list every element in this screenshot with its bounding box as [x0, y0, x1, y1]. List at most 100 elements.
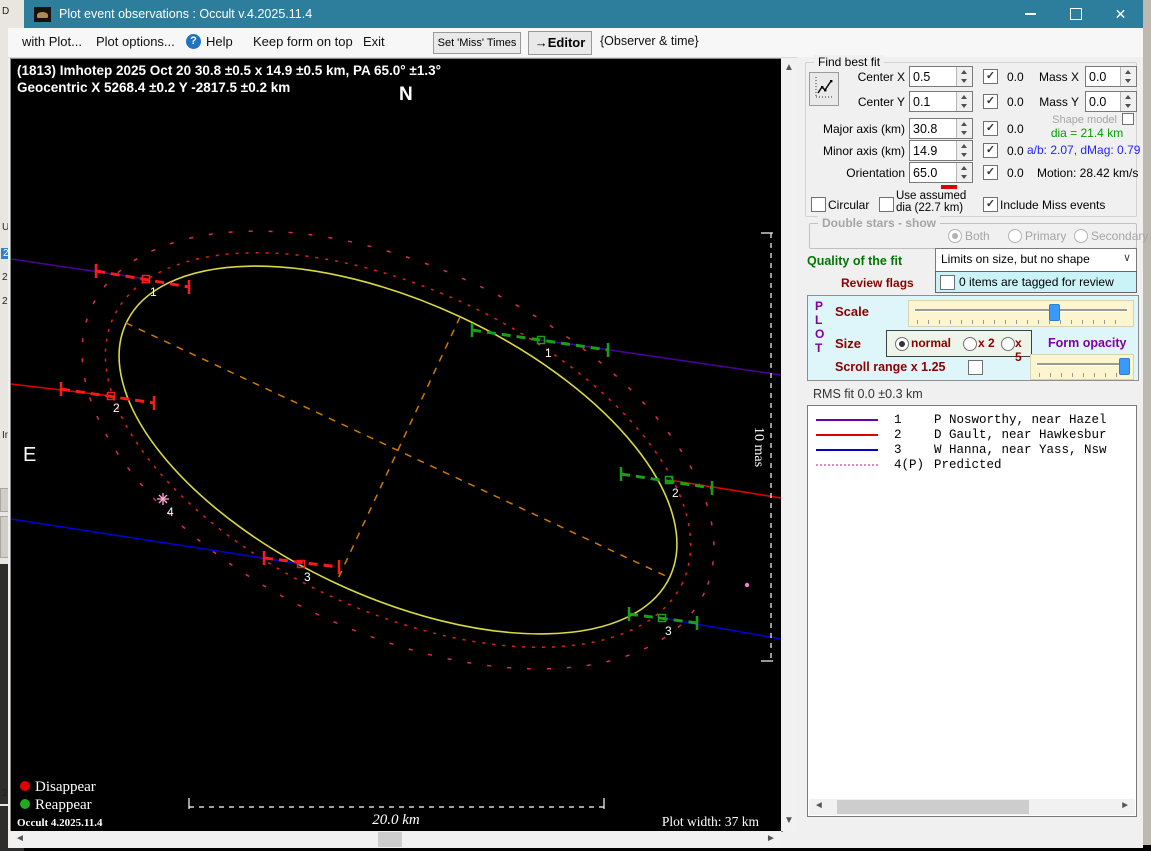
- plot-canvas[interactable]: (1813) Imhotep 2025 Oct 20 30.8 ±0.5 x 1…: [10, 58, 783, 832]
- observer-list[interactable]: 1 P Nosworthy, near Hazel 2 D Gault, nea…: [807, 405, 1137, 817]
- review-flags-checkbox[interactable]: [940, 275, 955, 290]
- predicted-swatch: [816, 463, 878, 466]
- orientation-uncertainty: 0.0: [1007, 166, 1024, 180]
- major-axis-label: Major axis (km): [822, 122, 905, 136]
- disappear-event-3[interactable]: [262, 551, 341, 574]
- list-scroll-thumb[interactable]: [837, 800, 1029, 814]
- orientation-spinner[interactable]: [956, 163, 972, 182]
- minor-axis-checkbox[interactable]: ✓: [983, 143, 998, 158]
- mass-x-spinbox[interactable]: [1085, 66, 1137, 87]
- plot-letter-t: T: [815, 341, 823, 355]
- menu-plot-options[interactable]: Plot options...: [96, 34, 175, 49]
- observer-row[interactable]: 3 W Hanna, near Yass, Nsw: [808, 442, 1136, 457]
- chord-2-swatch: [816, 433, 878, 436]
- center-y-spinner[interactable]: [956, 92, 972, 111]
- help-icon[interactable]: ?: [186, 34, 201, 49]
- size-x2-radio[interactable]: [963, 337, 977, 351]
- window-body: with Plot... Plot options... ? Help Keep…: [8, 28, 1148, 848]
- minimize-button[interactable]: [1008, 0, 1053, 28]
- circular-checkbox[interactable]: [811, 197, 826, 212]
- set-miss-times-button[interactable]: Set 'Miss' Times: [433, 32, 521, 54]
- disappear-event-1[interactable]: [94, 264, 191, 294]
- minor-axis-spinbox[interactable]: [909, 140, 973, 161]
- observer-row[interactable]: 2 D Gault, near Hawkesbur: [808, 427, 1136, 442]
- scroll-range-label: Scroll range x 1.25: [835, 360, 946, 374]
- scale-slider[interactable]: [908, 300, 1134, 327]
- double-both-radio[interactable]: [948, 229, 962, 243]
- center-y-checkbox[interactable]: ✓: [983, 94, 998, 109]
- center-x-spinner[interactable]: [956, 67, 972, 86]
- minor-axis-uncertainty: 0.0: [1007, 144, 1024, 158]
- size-x5-radio[interactable]: [1001, 337, 1015, 351]
- scale-slider-ticks: [917, 320, 1125, 324]
- editor-button[interactable]: →Editor: [528, 31, 592, 55]
- scroll-range-checkbox[interactable]: [968, 360, 983, 375]
- shape-model-checkbox[interactable]: [1122, 113, 1134, 125]
- observer-list-scrollbar[interactable]: ◄ ►: [809, 799, 1135, 815]
- disappear-dot-icon: [20, 781, 30, 791]
- double-secondary-radio[interactable]: [1074, 229, 1088, 243]
- center-y-uncertainty: 0.0: [1007, 95, 1024, 109]
- form-opacity-slider[interactable]: [1030, 354, 1134, 380]
- close-button[interactable]: ✕: [1098, 0, 1143, 28]
- observer-row[interactable]: 1 P Nosworthy, near Hazel: [808, 412, 1136, 427]
- major-axis-checkbox[interactable]: ✓: [983, 121, 998, 136]
- size-normal-radio[interactable]: [895, 337, 909, 351]
- list-scroll-right-arrow[interactable]: ►: [1117, 799, 1133, 815]
- event-label: 1: [150, 285, 157, 299]
- titlebar[interactable]: Plot event observations : Occult v.4.202…: [24, 0, 1143, 28]
- minor-axis-spinner[interactable]: [956, 141, 972, 160]
- center-x-checkbox[interactable]: ✓: [983, 69, 998, 84]
- reappear-event-2[interactable]: [619, 467, 714, 495]
- observer-name: Predicted: [934, 457, 1002, 472]
- menu-with-plot[interactable]: with Plot...: [22, 34, 82, 49]
- mass-y-spinbox[interactable]: [1085, 91, 1137, 112]
- center-x-input[interactable]: [910, 67, 959, 86]
- menu-exit[interactable]: Exit: [363, 34, 385, 49]
- orientation-input[interactable]: [910, 163, 959, 182]
- disappear-event-2[interactable]: [59, 382, 156, 410]
- menu-help[interactable]: Help: [206, 34, 233, 49]
- plot-vertical-scrollbar[interactable]: ▲ ▼: [781, 58, 797, 831]
- plot-horizontal-scrollbar[interactable]: ◄ ►: [10, 831, 781, 848]
- menu-keep-on-top[interactable]: Keep form on top: [253, 34, 353, 49]
- include-miss-checkbox[interactable]: ✓: [983, 197, 998, 212]
- mass-x-spinner[interactable]: [1120, 67, 1136, 86]
- mass-x-input[interactable]: [1086, 67, 1123, 86]
- reappear-event-1[interactable]: [470, 323, 610, 357]
- plot-title-line1: (1813) Imhotep 2025 Oct 20 30.8 ±0.5 x 1…: [17, 63, 441, 78]
- scroll-right-arrow[interactable]: ►: [763, 831, 779, 847]
- scroll-left-arrow[interactable]: ◄: [12, 831, 28, 847]
- major-axis-spinner[interactable]: [956, 119, 972, 138]
- orientation-checkbox[interactable]: ✓: [983, 165, 998, 180]
- plot-letter-l: L: [815, 313, 823, 327]
- major-axis-spinbox[interactable]: [909, 118, 973, 139]
- minor-axis-input[interactable]: [910, 141, 959, 160]
- major-axis-input[interactable]: [910, 119, 959, 138]
- scroll-up-arrow[interactable]: ▲: [781, 60, 797, 76]
- double-primary-radio[interactable]: [1008, 229, 1022, 243]
- mass-y-spinner[interactable]: [1120, 92, 1136, 111]
- observer-number: 4(P): [894, 457, 925, 472]
- list-scroll-left-arrow[interactable]: ◄: [811, 799, 827, 815]
- maximize-button[interactable]: [1053, 0, 1098, 28]
- center-y-input[interactable]: [910, 92, 959, 111]
- scroll-down-arrow[interactable]: ▼: [781, 813, 797, 829]
- mas-scale: 10 mas: [751, 232, 773, 662]
- scale-slider-thumb[interactable]: [1049, 304, 1060, 321]
- plot-letter-p: P: [815, 299, 824, 313]
- center-y-spinbox[interactable]: [909, 91, 973, 112]
- mass-y-input[interactable]: [1086, 92, 1123, 111]
- mass-x-label: Mass X: [1038, 70, 1079, 84]
- chevron-down-icon: ∨: [1122, 252, 1131, 264]
- plot-letter-o: O: [815, 327, 825, 341]
- observer-row[interactable]: 4(P) Predicted: [808, 457, 1136, 472]
- orientation-spinbox[interactable]: [909, 162, 973, 183]
- use-assumed-checkbox[interactable]: [879, 197, 894, 212]
- form-opacity-ticks: [1039, 373, 1125, 377]
- app-icon: [34, 6, 51, 22]
- scroll-thumb[interactable]: [378, 832, 402, 847]
- center-x-spinbox[interactable]: [909, 66, 973, 87]
- quality-dropdown[interactable]: Limits on size, but no shape ∨: [935, 248, 1137, 272]
- review-flags-text: 0 items are tagged for review: [959, 275, 1114, 289]
